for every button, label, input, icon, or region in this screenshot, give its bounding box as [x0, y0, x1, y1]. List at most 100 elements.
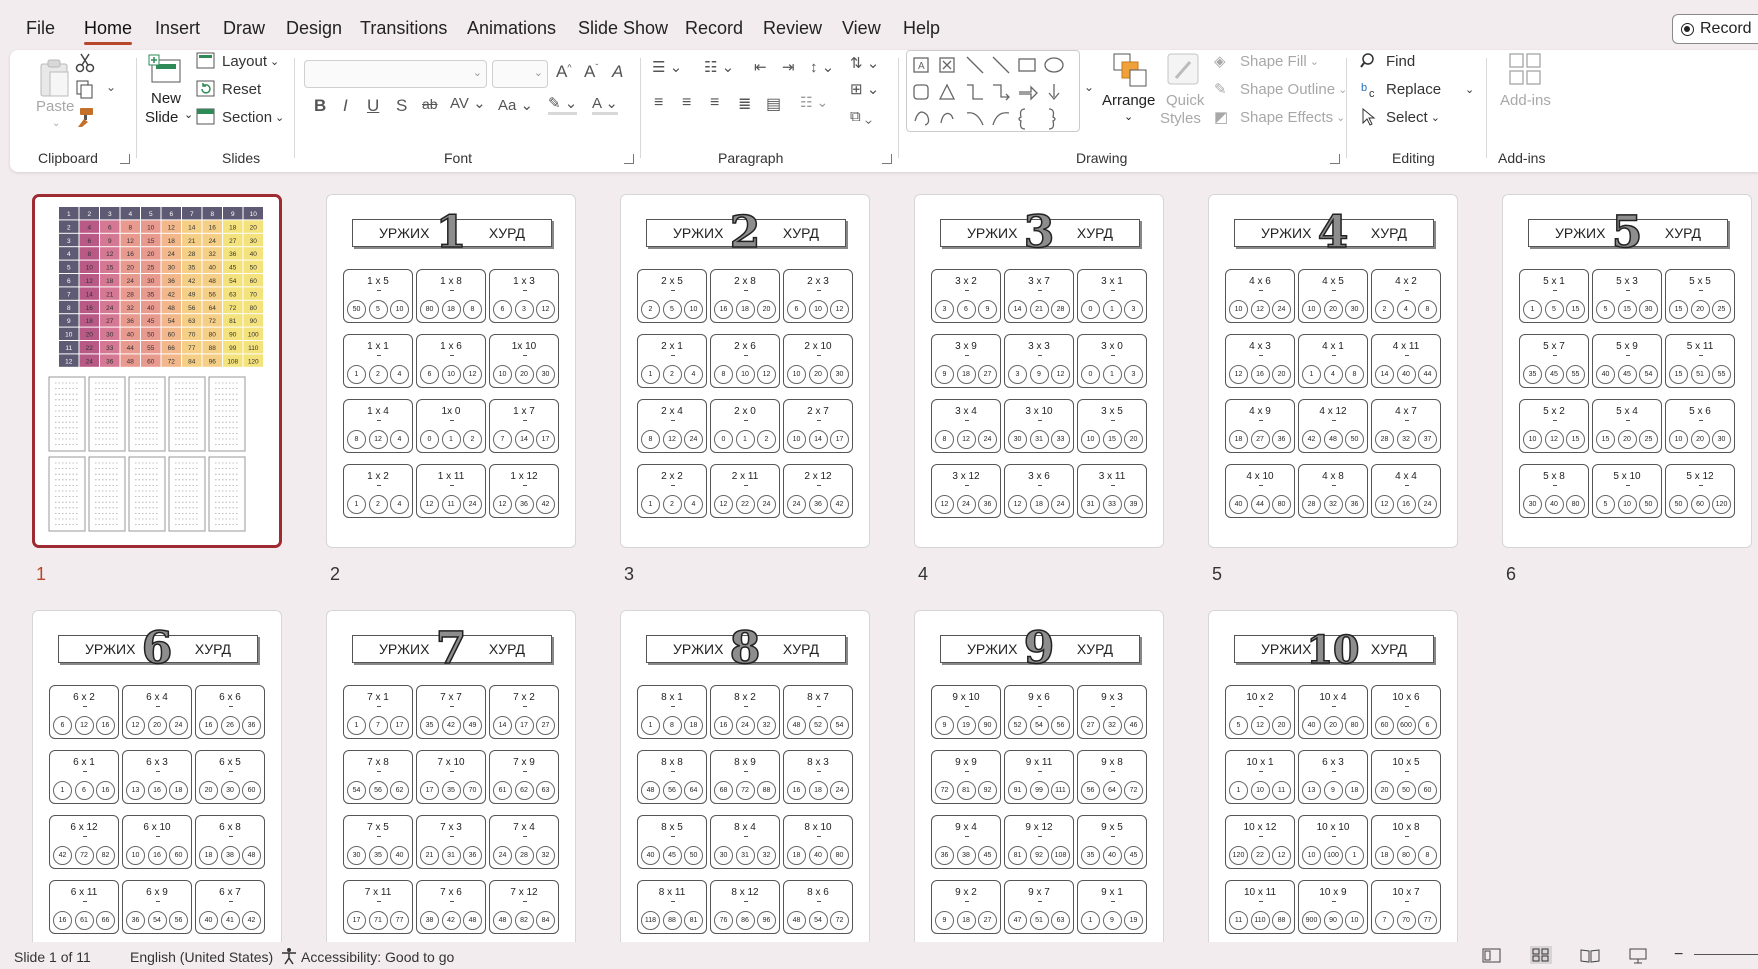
new-slide-label-2: Slide [145, 109, 179, 126]
shadow-icon[interactable]: S [396, 96, 407, 116]
slide-thumbnail[interactable]: УРЖИХ ХУРД 2 2 x 5 2 5 10 2 x 8 16 18 20 2 x 3 6 10 12… [620, 194, 870, 548]
align-right-icon[interactable]: ≡ [710, 94, 719, 112]
slide-thumbnail[interactable]: УРЖИХ ХУРД 8 8 x 1 1 8 18 8 x 2 16 24 32 8 x 7 48 52 5… [620, 610, 870, 942]
shape-outline-button[interactable]: ✎ Shape Outline ⌄ [1214, 80, 1347, 99]
find-button[interactable]: Find [1360, 52, 1415, 70]
menu-review[interactable]: Review [763, 18, 822, 39]
drawing-launcher-icon[interactable] [1330, 154, 1340, 164]
increase-indent-icon[interactable]: ⇥ [782, 58, 795, 76]
paragraph-launcher-icon[interactable] [882, 154, 892, 164]
arrange-button[interactable]: Arrange ⌄ [1102, 52, 1158, 128]
align-center-icon[interactable]: ≡ [682, 94, 691, 112]
font-name-dropdown[interactable]: ⌄ [304, 60, 487, 88]
font-launcher-icon[interactable] [624, 154, 634, 164]
highlight-icon[interactable]: ✎ ⌄ [548, 94, 578, 115]
slide-count[interactable]: Slide 1 of 11 [14, 949, 91, 965]
slide-thumbnail[interactable]: УРЖИХ ХУРД 4 4 x 6 10 12 24 4 x 5 10 20 30 4 x 2248… [1208, 194, 1458, 548]
section-button[interactable]: Section ⌄ [196, 108, 284, 126]
menu-home[interactable]: Home [84, 18, 133, 45]
italic-icon[interactable]: I [343, 96, 348, 116]
menu-insert[interactable]: Insert [155, 18, 200, 39]
record-button[interactable]: Record [1672, 14, 1758, 44]
clipboard-launcher-icon[interactable] [120, 154, 130, 164]
underline-icon[interactable]: U [367, 96, 379, 116]
copy-icon[interactable] [74, 78, 96, 100]
paste-button[interactable]: Paste ⌄ [30, 56, 80, 132]
accessibility-status[interactable]: Accessibility: Good to go [301, 949, 454, 965]
columns-icon[interactable]: ☷ ⌄ [800, 94, 828, 111]
menu-record[interactable]: Record [685, 18, 743, 39]
layout-button[interactable]: Layout ⌄ [196, 52, 279, 70]
quick-styles-button[interactable]: Quick Styles [1160, 52, 1210, 128]
menu-animations[interactable]: Animations [467, 18, 556, 39]
shapes-more-icon[interactable]: ⌄ [1084, 80, 1094, 94]
replace-button[interactable]: b c Replace ⌄ [1360, 80, 1474, 99]
slide-thumbnail[interactable]: УРЖИХ ХУРД 7 7 x 1 1 7 17 7 x 7 35 42 49 7 x 2 14 17 2… [326, 610, 576, 942]
slide-thumbnail[interactable]: УРЖИХ ХУРД 1 1 x 5 50 5 10 1 x 8 80 18 8 1 x 3 6 3 12 1… [326, 194, 576, 548]
slide-thumbnail[interactable]: УРЖИХ ХУРД 3 3 x 23693 x 7 14 21 28 3 x 10133 x… [914, 194, 1164, 548]
reset-button[interactable]: Reset [196, 80, 261, 98]
align-left-icon[interactable]: ≡ [654, 94, 663, 112]
shape-effects-button[interactable]: ◩ Shape Effects ⌄ [1214, 108, 1345, 127]
svg-text:35: 35 [147, 291, 155, 298]
distributed-icon[interactable]: ▤ [766, 94, 781, 114]
slide-sorter-view-icon[interactable] [1530, 946, 1552, 964]
decrease-indent-icon[interactable]: ⇤ [754, 58, 767, 76]
slide-show-view-icon[interactable] [1628, 948, 1648, 964]
increase-font-icon[interactable]: A^ [556, 62, 572, 82]
problem-equation: 6 x 3 [1322, 757, 1344, 768]
menu-file[interactable]: File [26, 18, 55, 39]
justify-icon[interactable]: ≣ [738, 94, 751, 114]
problem-equation: 3 x 10 [1025, 406, 1053, 417]
character-spacing-icon[interactable]: AV ⌄ [450, 94, 486, 112]
menu-view[interactable]: View [842, 18, 881, 39]
new-slide-button[interactable]: New Slide ⌄ [144, 52, 193, 128]
answer-option: 13 [1302, 781, 1321, 800]
shape-fill-button[interactable]: ◈ Shape Fill ⌄ [1214, 52, 1319, 71]
format-painter-icon[interactable] [74, 106, 96, 128]
cut-icon[interactable] [74, 52, 96, 74]
problem-card: 7 x 2 14 17 27 [489, 685, 559, 739]
slide-thumbnail[interactable]: 1 2 3 4 5 6 7 8 9 10 2 4 6 8 10 12 14 16 18 20 3 6 9 12 15 18 21 24… [32, 194, 282, 548]
change-case-icon[interactable]: Aa ⌄ [498, 96, 533, 114]
decrease-font-icon[interactable]: Aˇ [584, 62, 598, 82]
problem-card: 4 x 10 40 44 80 [1225, 464, 1295, 518]
font-size-dropdown[interactable]: ⌄ [492, 60, 548, 88]
smartart-icon[interactable]: ⧉ ⌄ [850, 108, 872, 125]
slide-thumbnail[interactable]: УРЖИХ ХУРД 10 10 x 2 5 12 20 10 x 4 40 20 80 10 x 6… [1208, 610, 1458, 942]
numbering-icon[interactable]: ☷ ⌄ [704, 58, 734, 76]
slide-thumbnail[interactable]: УРЖИХ ХУРД 9 9 x 10 9 19 90 9 x 6 52 54 56 9 x 3 27 3… [914, 610, 1164, 942]
slide-thumbnail[interactable]: УРЖИХ ХУРД 6 6 x 2 6 12 16 6 x 4 12 20 24 6 x 6 16 26… [32, 610, 282, 942]
menu-slide-show[interactable]: Slide Show [578, 18, 668, 39]
align-text-icon[interactable]: ⊞ ⌄ [850, 80, 879, 98]
answer-option: 40 [1229, 495, 1248, 514]
clear-formatting-icon[interactable]: A [612, 62, 623, 82]
strikethrough-icon[interactable]: ab [422, 96, 438, 112]
shapes-gallery[interactable]: A [906, 50, 1080, 132]
language-status[interactable]: English (United States) [130, 949, 273, 965]
select-button[interactable]: Select ⌄ [1360, 108, 1440, 126]
zoom-out-icon[interactable]: − [1674, 946, 1683, 964]
zoom-slider[interactable] [1694, 954, 1758, 955]
reading-view-icon[interactable] [1580, 948, 1600, 964]
svg-text:5: 5 [149, 211, 153, 218]
font-color-icon[interactable]: A ⌄ [592, 94, 618, 115]
line-spacing-icon[interactable]: ↕ ⌄ [810, 58, 834, 76]
problem-equation: 1 x 1 [367, 341, 389, 352]
menu-design[interactable]: Design [286, 18, 342, 39]
answer-option: 33 [1102, 495, 1122, 514]
slide-thumbnail[interactable]: УРЖИХ ХУРД 5 5 x 1 1 5 15 5 x 3 5 15 30 5 x 5 15 20 25… [1502, 194, 1752, 548]
menu-help[interactable]: Help [903, 18, 940, 39]
copy-dropdown-icon[interactable]: ⌄ [106, 80, 116, 94]
chevron-down-icon: ⌄ [52, 118, 61, 129]
menu-draw[interactable]: Draw [223, 18, 265, 39]
normal-view-icon[interactable] [1482, 948, 1502, 964]
problem-equation: 2 x 1 [661, 341, 683, 352]
menu-transitions[interactable]: Transitions [360, 18, 447, 39]
bold-icon[interactable]: B [314, 96, 326, 116]
answer-option: 80 [1345, 716, 1364, 735]
answer-option: 900 [1302, 911, 1321, 930]
add-ins-button[interactable]: Add-ins [1496, 52, 1556, 128]
text-direction-icon[interactable]: ⇅ ⌄ [850, 54, 879, 72]
bullets-icon[interactable]: ☰ ⌄ [652, 58, 682, 76]
